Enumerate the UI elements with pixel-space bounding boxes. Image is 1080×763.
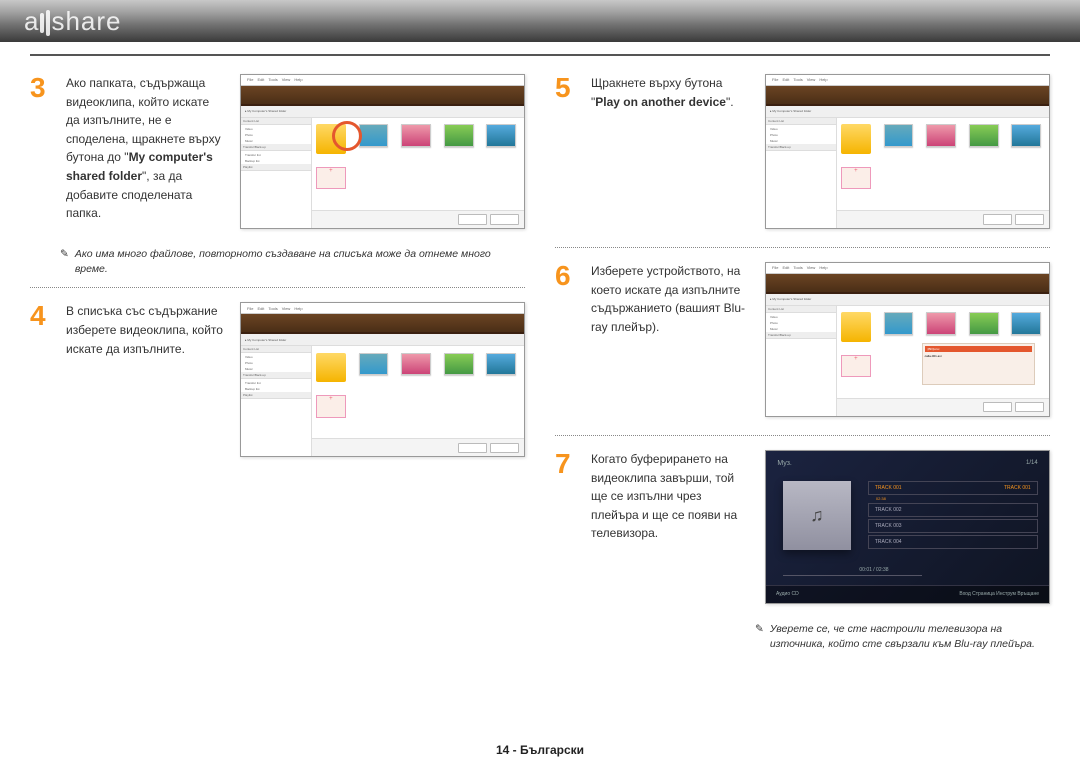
play-on-device-button[interactable]	[983, 214, 1012, 224]
progress-bar[interactable]	[783, 575, 922, 576]
allshare-logo: ashare	[24, 6, 122, 37]
device-popup[interactable]: [BD]xxxx calla-001.avi	[922, 343, 1035, 386]
step-number: 7	[555, 450, 577, 604]
album-cover-icon	[783, 481, 851, 549]
step-3-screenshot: FileEditToolsViewHelp ▸ My Computer's Sh…	[240, 74, 525, 229]
logo-a: a	[24, 6, 39, 36]
step-5: 5 Щракнете върху бутона "Play on another…	[555, 74, 1050, 229]
right-column: 5 Щракнете върху бутона "Play on another…	[555, 74, 1050, 662]
step-4-screenshot: FileEditToolsViewHelp ▸ My Computer's Sh…	[240, 302, 525, 457]
play-on-device-button[interactable]	[458, 214, 487, 224]
tv-bottom-bar: Аудио CD Вход Страница Инструм Връщане	[766, 585, 1049, 603]
play-on-device-button[interactable]	[458, 443, 487, 453]
step-4-text: В списъка със съдържание изберете видеок…	[66, 302, 226, 358]
tv-time: 00:01 / 02:38	[859, 567, 888, 573]
tv-title: Муз.	[777, 460, 792, 467]
transfer-button[interactable]	[490, 443, 519, 453]
step-6: 6 Изберете устройството, на което искате…	[555, 262, 1050, 417]
step-3: 3 Ако папката, съдържаща видеоклипа, кой…	[30, 74, 525, 229]
note-icon: ✎	[60, 247, 69, 277]
track-item[interactable]: TRACK 003	[868, 519, 1038, 533]
separator	[555, 247, 1050, 248]
step-7-note: ✎ Уверете се, че сте настроили телевизор…	[755, 622, 1050, 652]
transfer-button[interactable]	[1015, 214, 1044, 224]
step-4: 4 В списъка със съдържание изберете виде…	[30, 302, 525, 457]
step-number: 3	[30, 74, 52, 229]
separator	[30, 287, 525, 288]
step-3-note: ✎ Ако има много файлове, повторното създ…	[60, 247, 525, 277]
step-7-screenshot: Муз. 1/14 TRACK 001TRACK 001 02:38 TRACK…	[765, 450, 1050, 604]
step-number: 6	[555, 262, 577, 417]
play-on-device-button[interactable]	[983, 402, 1012, 412]
track-list: TRACK 001TRACK 001 02:38 TRACK 002 TRACK…	[868, 481, 1038, 549]
transfer-button[interactable]	[490, 214, 519, 224]
left-column: 3 Ако папката, съдържаща видеоклипа, кой…	[30, 74, 525, 662]
track-item[interactable]: TRACK 004	[868, 535, 1038, 549]
step-number: 4	[30, 302, 52, 457]
step-3-text: Ако папката, съдържаща видеоклипа, който…	[66, 74, 226, 223]
step-5-text: Щракнете върху бутона "Play on another d…	[591, 74, 751, 111]
step-6-text: Изберете устройството, на което искате д…	[591, 262, 751, 336]
step-5-screenshot: FileEditToolsViewHelp ▸ My Computer's Sh…	[765, 74, 1050, 229]
note-icon: ✎	[755, 622, 764, 652]
track-item[interactable]: TRACK 001TRACK 001	[868, 481, 1038, 495]
logo-share: share	[51, 6, 121, 36]
step-6-screenshot: FileEditToolsViewHelp ▸ My Computer's Sh…	[765, 262, 1050, 417]
page-footer: 14 - Български	[0, 743, 1080, 757]
header-bar: ashare	[0, 0, 1080, 42]
transfer-button[interactable]	[1015, 402, 1044, 412]
step-7-text: Когато буферирането на видеоклипа завърш…	[591, 450, 751, 543]
separator	[555, 435, 1050, 436]
track-item[interactable]: TRACK 002	[868, 503, 1038, 517]
tv-count: 1/14	[1026, 460, 1038, 466]
content-area: 3 Ако папката, съдържаща видеоклипа, кой…	[0, 56, 1080, 672]
step-number: 5	[555, 74, 577, 229]
step-7: 7 Когато буферирането на видеоклипа завъ…	[555, 450, 1050, 604]
